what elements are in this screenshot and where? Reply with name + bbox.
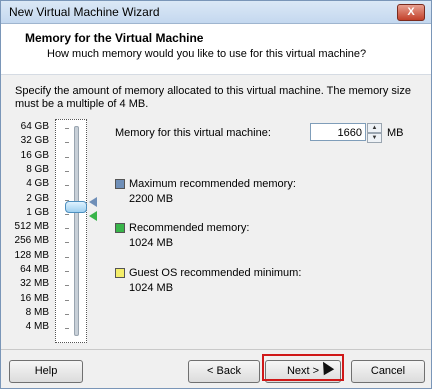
slider-scale-label: 8 MB	[25, 306, 49, 318]
slider-tick	[65, 271, 69, 272]
slider-scale-label: 16 GB	[20, 149, 49, 161]
recommended-label: Recommended memory:	[129, 222, 250, 234]
guest-minimum-label: Guest OS recommended minimum:	[129, 267, 302, 279]
slider-tick	[65, 142, 69, 144]
slider-scale-label: 4 GB	[26, 178, 49, 190]
memory-slider[interactable]	[55, 119, 87, 343]
slider-scale-label: 32 GB	[20, 135, 49, 147]
slider-tick	[65, 313, 69, 315]
slider-scale-label: 32 MB	[20, 278, 49, 290]
slider-scale-label: 64 MB	[20, 264, 49, 275]
recommended-value: 1024 MB	[129, 237, 174, 249]
page-title: Memory for the Virtual Machine	[25, 31, 204, 45]
window-title: New Virtual Machine Wizard	[9, 5, 160, 19]
slider-scale-label: 8 GB	[26, 163, 49, 175]
slider-scale-label: 1 GB	[26, 206, 49, 218]
memory-input[interactable]: 1660	[310, 123, 366, 141]
memory-unit: MB	[387, 127, 404, 139]
slider-scale-label: 128 MB	[14, 249, 49, 261]
slider-scale-label: 16 MB	[20, 292, 49, 304]
slider-tick	[65, 213, 69, 215]
spin-down-icon[interactable]: ▼	[367, 133, 382, 143]
max-recommended-marker	[89, 197, 97, 207]
footer-divider	[1, 349, 431, 350]
cancel-button[interactable]: Cancel	[351, 360, 425, 383]
slider-tick	[65, 299, 69, 301]
slider-scale-label: 256 MB	[14, 235, 49, 247]
slider-tick	[65, 156, 69, 158]
slider-scale-label: 2 GB	[26, 192, 49, 204]
slider-scale-label: 4 MB	[25, 321, 49, 333]
slider-thumb[interactable]	[65, 201, 87, 213]
slider-tick	[65, 256, 69, 258]
slider-tick	[65, 228, 69, 230]
intro-text: Specify the amount of memory allocated t…	[15, 85, 411, 110]
guest-minimum-swatch	[115, 268, 125, 278]
slider-tick	[65, 285, 69, 287]
slider-tick	[65, 328, 69, 330]
max-recommended-swatch	[115, 179, 125, 189]
memory-label: Memory for this virtual machine:	[115, 127, 271, 139]
memory-spinner[interactable]: ▲ ▼	[367, 123, 382, 143]
max-recommended-value: 2200 MB	[129, 193, 174, 205]
slider-scale-label: 64 GB	[20, 121, 49, 132]
back-button[interactable]: < Back	[188, 360, 260, 383]
guest-minimum-value: 1024 MB	[129, 282, 174, 294]
recommended-swatch	[115, 223, 125, 233]
slider-tick	[65, 185, 69, 187]
title-bar: New Virtual Machine Wizard X	[1, 1, 431, 24]
help-button[interactable]: Help	[9, 360, 83, 383]
recommended-marker	[89, 211, 97, 221]
slider-tick	[65, 128, 69, 129]
slider-scale-label: 512 MB	[14, 221, 49, 233]
max-recommended-label: Maximum recommended memory:	[129, 178, 296, 190]
slider-track[interactable]	[74, 126, 79, 336]
page-subtitle: How much memory would you like to use fo…	[47, 48, 367, 60]
slider-tick	[65, 170, 69, 172]
close-button[interactable]: X	[397, 4, 425, 21]
wizard-window: New Virtual Machine Wizard X Memory for …	[0, 0, 432, 389]
wizard-header: Memory for the Virtual Machine How much …	[1, 24, 431, 75]
spin-up-icon[interactable]: ▲	[367, 123, 382, 133]
slider-tick	[65, 242, 69, 244]
